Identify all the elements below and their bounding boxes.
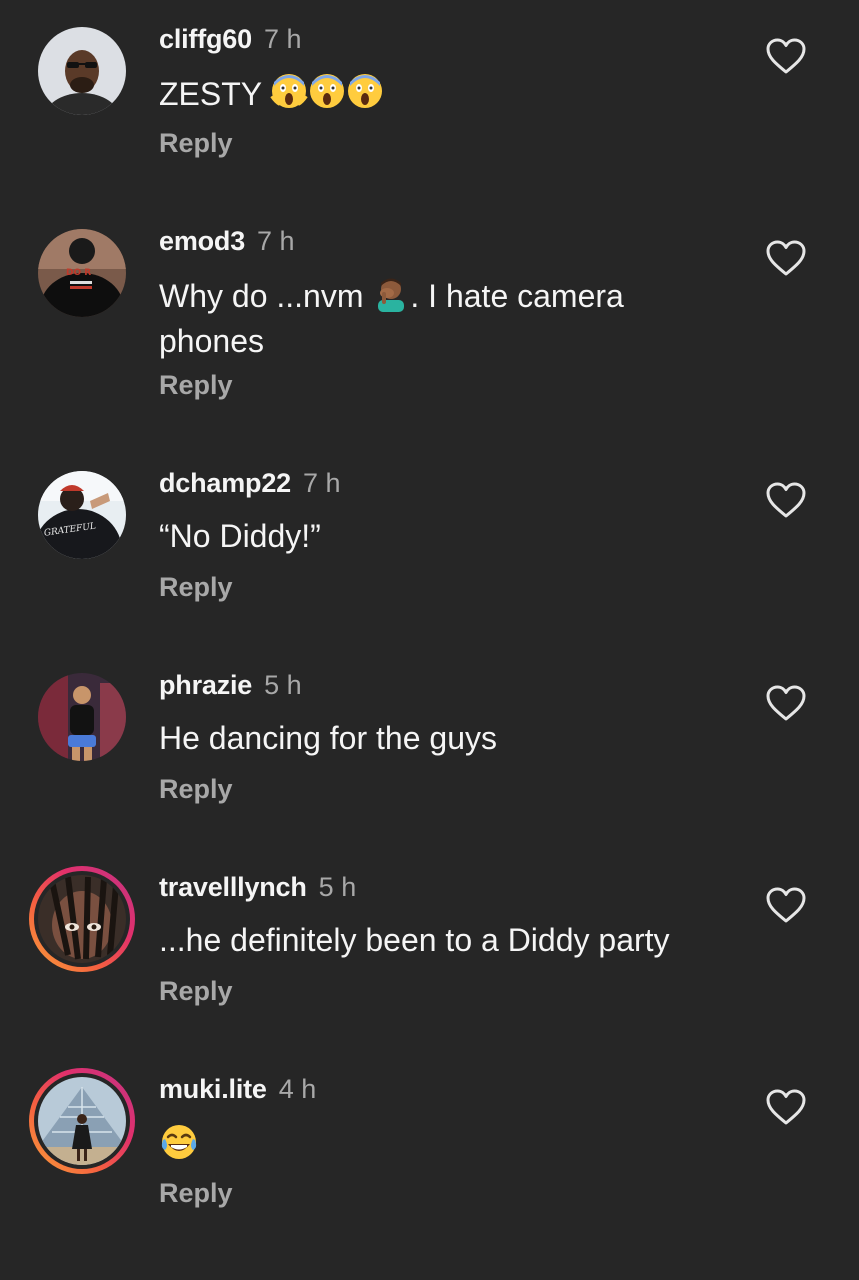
avatar[interactable] xyxy=(38,673,126,761)
avatar-story-ring[interactable] xyxy=(29,866,135,972)
heart-icon xyxy=(766,887,806,923)
comment-text: ...he definitely been to a Diddy party xyxy=(159,920,719,960)
like-button[interactable] xyxy=(765,684,807,722)
screaming-face-icon xyxy=(270,72,309,119)
like-button[interactable] xyxy=(765,37,807,75)
face-palm-icon xyxy=(372,274,410,321)
comment-text: Why do ...nvm . I hate camera phones xyxy=(159,274,719,361)
avatar[interactable]: DO R xyxy=(38,229,126,317)
reply-button[interactable]: Reply xyxy=(159,572,233,603)
timestamp: 5 h xyxy=(264,670,302,700)
reply-button[interactable]: Reply xyxy=(159,370,233,401)
username[interactable]: muki.lite xyxy=(159,1074,267,1104)
comment-text: He dancing for the guys xyxy=(159,718,719,758)
timestamp: 7 h xyxy=(263,24,302,54)
reply-button[interactable]: Reply xyxy=(159,774,233,805)
heart-icon xyxy=(766,1089,806,1125)
avatar[interactable] xyxy=(38,27,126,115)
comment-text-content: “No Diddy!” xyxy=(159,518,321,554)
like-button[interactable] xyxy=(765,886,807,924)
comment-text: “No Diddy!” xyxy=(159,516,719,556)
comment-text-content: ZESTY xyxy=(159,76,262,112)
avatar-ring-gap xyxy=(34,871,130,967)
comment-header: emod3 7 h xyxy=(159,225,295,257)
comment-header: travelllynch 5 h xyxy=(159,871,356,903)
reply-button[interactable]: Reply xyxy=(159,976,233,1007)
heart-icon xyxy=(766,685,806,721)
comment-text: ZESTY xyxy=(159,72,719,119)
comment-text xyxy=(159,1122,719,1171)
comment-header: dchamp22 7 h xyxy=(159,467,341,499)
comment-header: cliffg60 7 h xyxy=(159,23,301,55)
username[interactable]: phrazie xyxy=(159,670,252,700)
like-button[interactable] xyxy=(765,239,807,277)
screaming-face-icon xyxy=(346,72,384,119)
username[interactable]: dchamp22 xyxy=(159,468,291,498)
timestamp: 7 h xyxy=(302,468,341,498)
avatar-story-ring[interactable] xyxy=(29,1068,135,1174)
heart-icon xyxy=(766,240,806,276)
comment-text-content: ...he definitely been to a Diddy party xyxy=(159,922,670,958)
comment-header: phrazie 5 h xyxy=(159,669,302,701)
username[interactable]: cliffg60 xyxy=(159,24,252,54)
heart-icon xyxy=(766,38,806,74)
avatar[interactable]: GRATEFUL xyxy=(38,471,126,559)
avatar-ring-gap xyxy=(34,1073,130,1169)
timestamp: 7 h xyxy=(257,226,295,256)
screaming-face-icon xyxy=(308,72,346,119)
timestamp: 5 h xyxy=(318,872,357,902)
username[interactable]: emod3 xyxy=(159,226,245,256)
comment-header: muki.lite 4 h xyxy=(159,1073,316,1105)
comment-text-content: He dancing for the guys xyxy=(159,720,497,756)
tears-of-joy-icon xyxy=(159,1122,199,1171)
comment-text-content: Why do ...nvm xyxy=(159,278,364,314)
like-button[interactable] xyxy=(765,481,807,519)
reply-button[interactable]: Reply xyxy=(159,128,233,159)
username[interactable]: travelllynch xyxy=(159,872,307,902)
avatar xyxy=(38,875,126,963)
like-button[interactable] xyxy=(765,1088,807,1126)
svg-text:DO R: DO R xyxy=(66,268,91,278)
avatar xyxy=(38,1077,126,1165)
heart-icon xyxy=(766,482,806,518)
reply-button[interactable]: Reply xyxy=(159,1178,233,1209)
timestamp: 4 h xyxy=(278,1074,317,1104)
